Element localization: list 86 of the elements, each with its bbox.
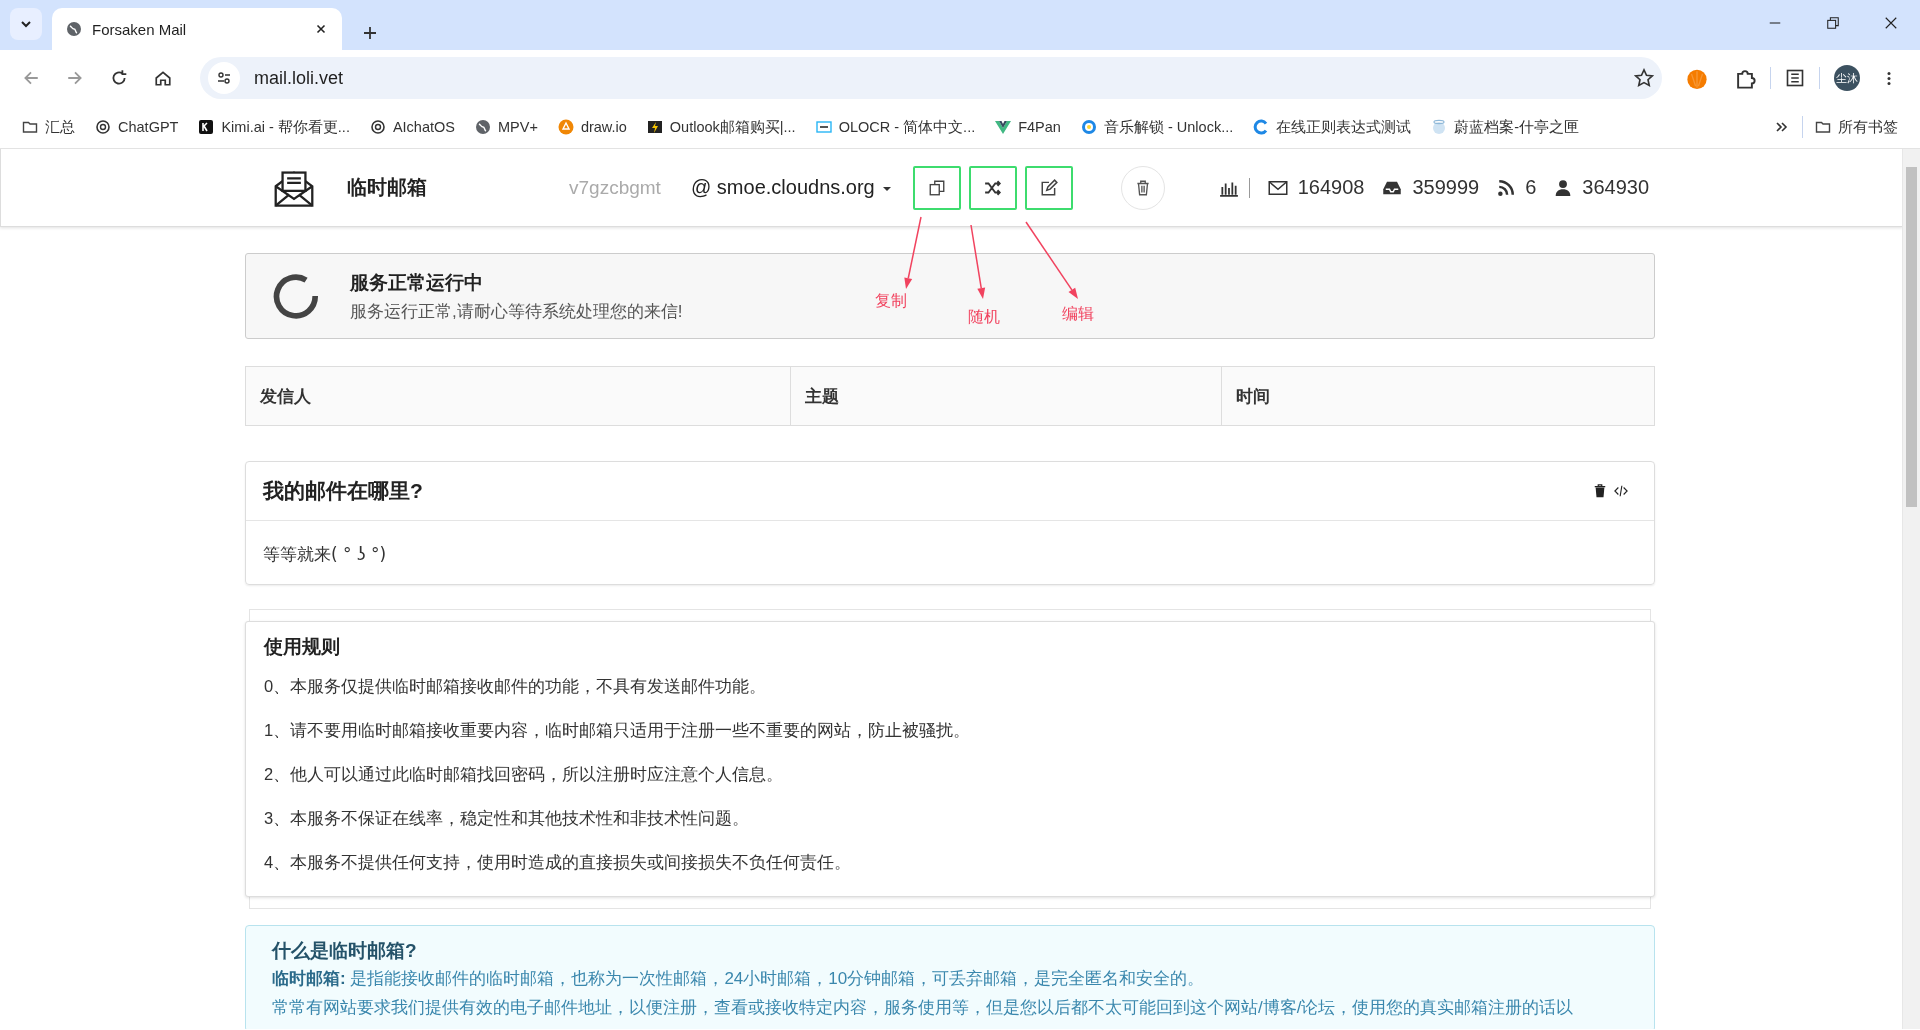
folder-icon — [1815, 119, 1831, 135]
tune-icon — [216, 70, 232, 86]
shell-icon — [1686, 67, 1708, 89]
column-header: 发信人 — [246, 367, 791, 425]
domain-dropdown[interactable]: @ smoe.cloudns.org — [691, 176, 893, 199]
mail-body: 等等就来( ° ʖ °) — [263, 543, 387, 566]
stat-count: 164908 — [1297, 176, 1365, 199]
close-icon — [1884, 16, 1898, 30]
info-paragraph: 常常有网站要求我们提供有效的电子邮件地址，以便注册，查看或接收特定内容，服务使用等，但是您以后都不太可能回到这个网站/博客/论坛，使用您的真实邮箱注册的话以 — [272, 997, 1575, 1019]
menu-icon — [1887, 69, 1891, 87]
extensions-button[interactable] — [1734, 67, 1756, 89]
list-icon — [1785, 68, 1805, 88]
bookmark-item[interactable]: F4Pan — [987, 115, 1069, 139]
status-message: 服务运行正常,请耐心等待系统处理您的来信! — [350, 300, 683, 323]
bookmark-item[interactable]: MPV+ — [467, 115, 546, 139]
disc-icon — [1080, 119, 1097, 135]
bookmark-item[interactable]: OLOCR - 简体中文... — [807, 113, 984, 141]
info-paragraph: 临时邮箱: 是指能接收邮件的临时邮箱，也称为一次性邮箱，24小时邮箱，10分钟邮箱，可丢弃邮箱，是完全匿名和安全的。 — [272, 968, 1206, 990]
bookmark-item[interactable]: 汇总 — [14, 113, 83, 141]
bookmark-item[interactable]: AIchatOS — [361, 115, 463, 139]
globe-icon — [66, 21, 82, 37]
back-arrow-icon — [22, 69, 40, 87]
reading-list-button[interactable] — [1785, 68, 1805, 88]
column-header: 主题 — [791, 367, 1222, 425]
annotation-label: 复制 — [875, 291, 907, 311]
annotation-label: 随机 — [968, 307, 1000, 327]
reload-icon — [110, 69, 128, 87]
tab-title: Forsaken Mail — [92, 20, 188, 38]
star-icon — [1634, 68, 1654, 88]
restore-icon — [1826, 16, 1840, 30]
rule-item: 2、他人可以通过此临时邮箱找回密码，所以注册时应注意个人信息。 — [264, 764, 785, 785]
annotation-label: 编辑 — [1062, 304, 1094, 324]
url-text: mail.loli.vet — [254, 67, 345, 89]
vue-logo-icon — [995, 119, 1012, 135]
bookmark-item[interactable]: ChatGPT — [87, 115, 187, 139]
c-logo-icon — [1253, 119, 1270, 135]
stat-count: 359999 — [1412, 176, 1480, 199]
shuffle-icon — [983, 178, 1002, 197]
user-icon — [1554, 178, 1573, 197]
rule-item: 1、请不要用临时邮箱接收重要内容，临时邮箱只适用于注册一些不重要的网站，防止被骚扰。 — [264, 720, 972, 741]
halo-icon — [1431, 119, 1448, 135]
address-bar[interactable]: mail.loli.vet — [200, 57, 1662, 99]
profile-avatar[interactable]: 尘沐 — [1834, 65, 1860, 91]
scan-icon — [815, 119, 832, 135]
column-header: 时间 — [1235, 385, 1271, 408]
bookmark-item[interactable]: Outlook邮箱购买|... — [638, 113, 804, 141]
home-icon — [154, 69, 172, 87]
edit-icon — [1039, 178, 1058, 197]
puzzle-icon — [1734, 67, 1756, 89]
info-title: 什么是临时邮箱? — [272, 939, 418, 963]
copy-button[interactable] — [912, 165, 961, 210]
trash-icon — [1593, 484, 1607, 498]
knot-icon — [95, 119, 111, 135]
forward-arrow-icon — [66, 69, 84, 87]
stat-count: 6 — [1525, 176, 1537, 199]
extension-button[interactable] — [1686, 67, 1708, 89]
bookmark-item[interactable]: 在线正则表达式测试 — [1245, 113, 1420, 141]
tab-list-button[interactable] — [10, 8, 42, 40]
plus-icon — [362, 25, 378, 41]
site-title: 临时邮箱 — [347, 175, 428, 200]
status-title: 服务正常运行中 — [350, 270, 484, 295]
rule-item: 0、本服务仅提供临时邮箱接收邮件的功能，不具有发送邮件功能。 — [264, 676, 768, 697]
rules-title: 使用规则 — [264, 635, 341, 659]
knot-icon — [369, 119, 386, 135]
mail-subject: 我的邮件在哪里? — [263, 478, 424, 504]
shuffle-button[interactable] — [968, 165, 1017, 210]
scrollbar[interactable] — [1902, 149, 1920, 1029]
rule-item: 4、本服务不提供任何支持，使用时造成的直接损失或间接损失不负任何责任。 — [264, 852, 853, 873]
stat-count: 364930 — [1582, 176, 1650, 199]
rss-icon — [1497, 178, 1516, 197]
diagram-logo-icon — [557, 119, 574, 135]
browser-tab[interactable]: Forsaken Mail — [52, 8, 342, 50]
globe-icon — [475, 119, 491, 135]
bookmark-item[interactable]: Kimi.ai - 帮你看更... — [190, 113, 358, 141]
bookmark-item[interactable]: draw.io — [549, 115, 635, 139]
bookmark-item[interactable]: 所有书签 — [1807, 113, 1906, 141]
code-icon — [1613, 484, 1629, 498]
edit-button[interactable] — [1024, 165, 1073, 210]
bookmark-item[interactable]: 蔚蓝档案-什亭之匣 — [1423, 113, 1588, 141]
bookmark-item[interactable]: 音乐解锁 - Unlock... — [1072, 113, 1242, 141]
folder-icon — [22, 119, 38, 135]
rule-item: 3、本服务不保证在线率，稳定性和其他技术性和非技术性问题。 — [264, 808, 751, 829]
k-logo-icon — [198, 119, 215, 135]
copy-icon — [927, 178, 946, 197]
close-icon — [314, 22, 328, 36]
bolt-icon — [646, 119, 663, 135]
